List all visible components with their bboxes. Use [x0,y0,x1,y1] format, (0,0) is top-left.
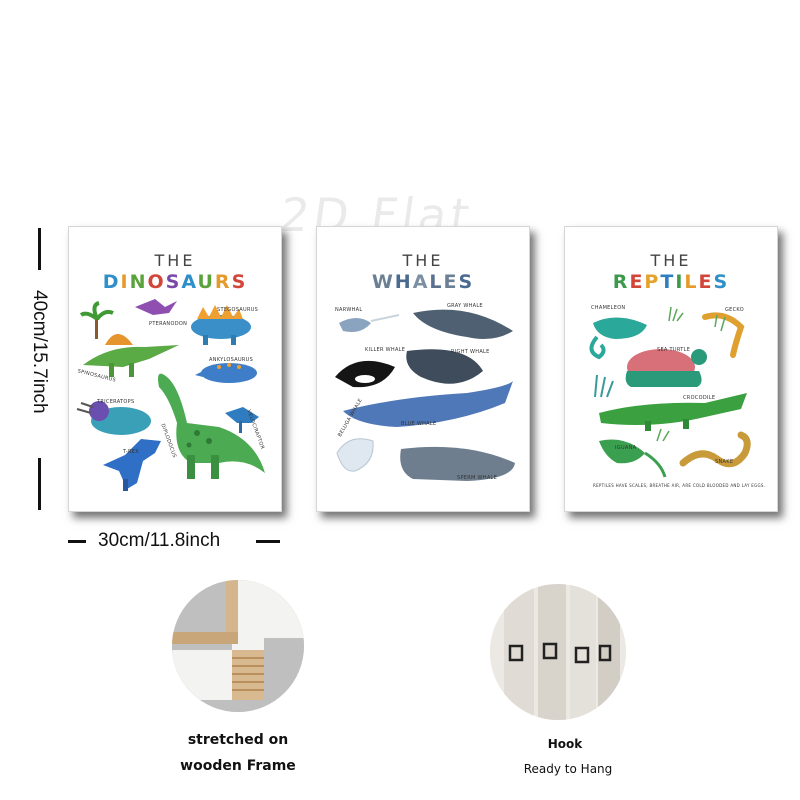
poster-reptiles: THE REPTILES CHAMELEON GECKO SEA TURTLE … [564,226,778,512]
label-pteranodon: PTERANODON [149,321,188,327]
label-iguana: IGUANA [615,445,637,451]
wooden-frame-illustration [172,580,304,712]
hook-illustration [490,584,626,720]
height-dimension-label: 40cm/15.7inch [29,290,50,414]
label-sperm-whale: SPERM WHALE [457,475,498,481]
label-gray-whale: GRAY WHALE [447,303,483,309]
label-right-whale: RIGHT WHALE [451,349,490,355]
label-stegosaurus: STEGOSAURUS [217,307,259,313]
label-ankylosaurus: ANKYLOSAURUS [209,357,254,363]
label-crocodile: CROCODILE [683,395,716,401]
width-dimension-label: 30cm/11.8inch [98,530,221,551]
feature-caption-frame-line1: stretched on [187,732,289,748]
hook-photo [490,584,626,720]
label-t-rex: T-REX [123,449,139,455]
height-line-top [38,228,41,270]
label-gecko: GECKO [725,307,744,313]
feature-caption-hook-line2: Ready to Hang [523,762,613,776]
width-line-right [256,540,280,543]
label-chameleon: CHAMELEON [591,305,626,311]
label-snake: SNAKE [715,459,734,465]
feature-caption-hook-line1: Hook [547,737,583,751]
reptiles-footnote: REPTILES HAVE SCALES, BREATHE AIR, ARE C… [593,483,766,488]
label-blue-whale: BLUE WHALE [401,421,437,427]
width-line-left [68,540,86,543]
reptile-illustrations [589,306,751,478]
poster-dinosaurs: THE DINOSAURS PTERANODON STEGOSAURUS SPI… [68,226,282,512]
dinosaur-illustrations [76,299,265,491]
label-sea-turtle: SEA TURTLE [657,347,691,353]
label-killer-whale: KILLER WHALE [365,347,406,353]
height-line-bottom [38,458,41,510]
feature-caption-frame-line2: wooden Frame [180,758,296,774]
poster-whales: THE WHALES NARWHAL GRAY WHALE KILLER WHA… [316,226,530,512]
label-triceratops: TRICERATOPS [97,399,135,405]
whale-illustrations [335,309,515,481]
wooden-frame-photo [172,580,304,712]
label-narwhal: NARWHAL [335,307,363,313]
